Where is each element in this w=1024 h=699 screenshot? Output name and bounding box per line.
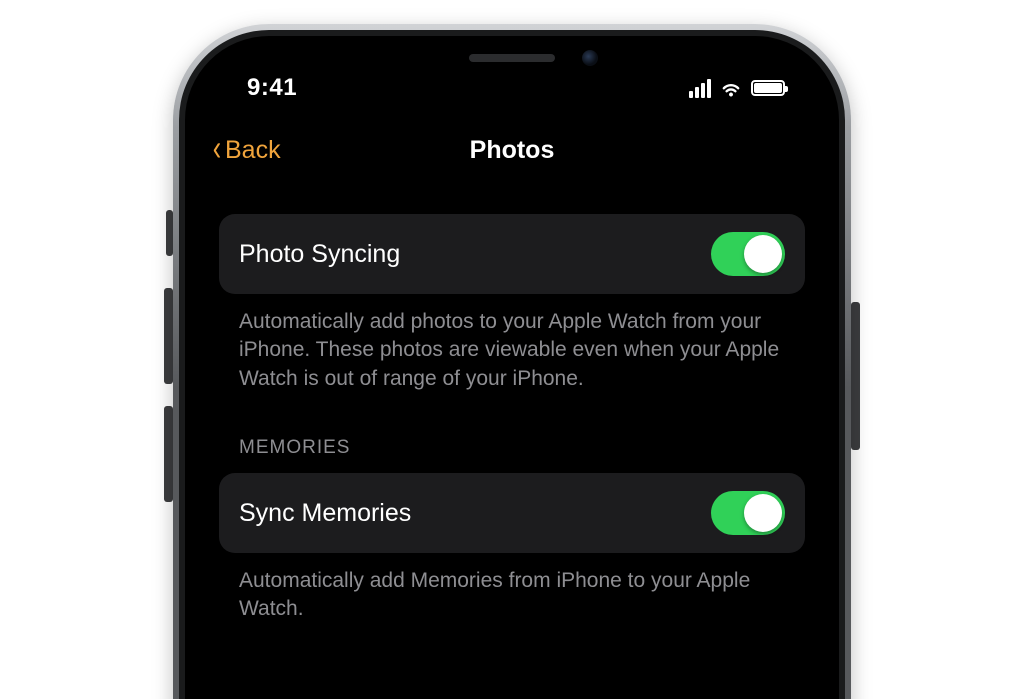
front-camera xyxy=(582,50,598,66)
status-time: 9:41 xyxy=(231,74,297,102)
memories-section-header: MEMORIES xyxy=(219,393,805,467)
photo-syncing-label: Photo Syncing xyxy=(239,240,400,269)
back-button[interactable]: ‹ Back xyxy=(211,122,281,178)
chevron-left-icon: ‹ xyxy=(213,130,221,166)
volume-up-button xyxy=(164,288,173,384)
wifi-icon xyxy=(719,79,743,97)
sync-memories-toggle[interactable] xyxy=(711,491,785,535)
sync-memories-row[interactable]: Sync Memories xyxy=(219,473,805,553)
photo-syncing-toggle[interactable] xyxy=(711,232,785,276)
photo-syncing-row[interactable]: Photo Syncing xyxy=(219,214,805,294)
silence-switch xyxy=(166,210,173,256)
earpiece-speaker xyxy=(469,54,555,62)
sync-memories-footer: Automatically add Memories from iPhone t… xyxy=(219,553,805,624)
photo-syncing-footer: Automatically add photos to your Apple W… xyxy=(219,294,805,393)
nav-bar: ‹ Back Photos xyxy=(201,122,823,178)
power-button xyxy=(851,302,860,450)
battery-icon xyxy=(751,80,785,96)
status-icons xyxy=(689,79,793,98)
stage: 9:41 xyxy=(0,0,1024,699)
cellular-signal-icon xyxy=(689,79,711,98)
page-title: Photos xyxy=(470,136,555,165)
phone-frame: 9:41 xyxy=(173,24,851,699)
sync-memories-label: Sync Memories xyxy=(239,499,411,528)
volume-down-button xyxy=(164,406,173,502)
screen: 9:41 xyxy=(201,54,823,699)
back-label: Back xyxy=(225,136,281,165)
notch xyxy=(362,36,662,82)
content: Photo Syncing Automatically add photos t… xyxy=(201,184,823,699)
